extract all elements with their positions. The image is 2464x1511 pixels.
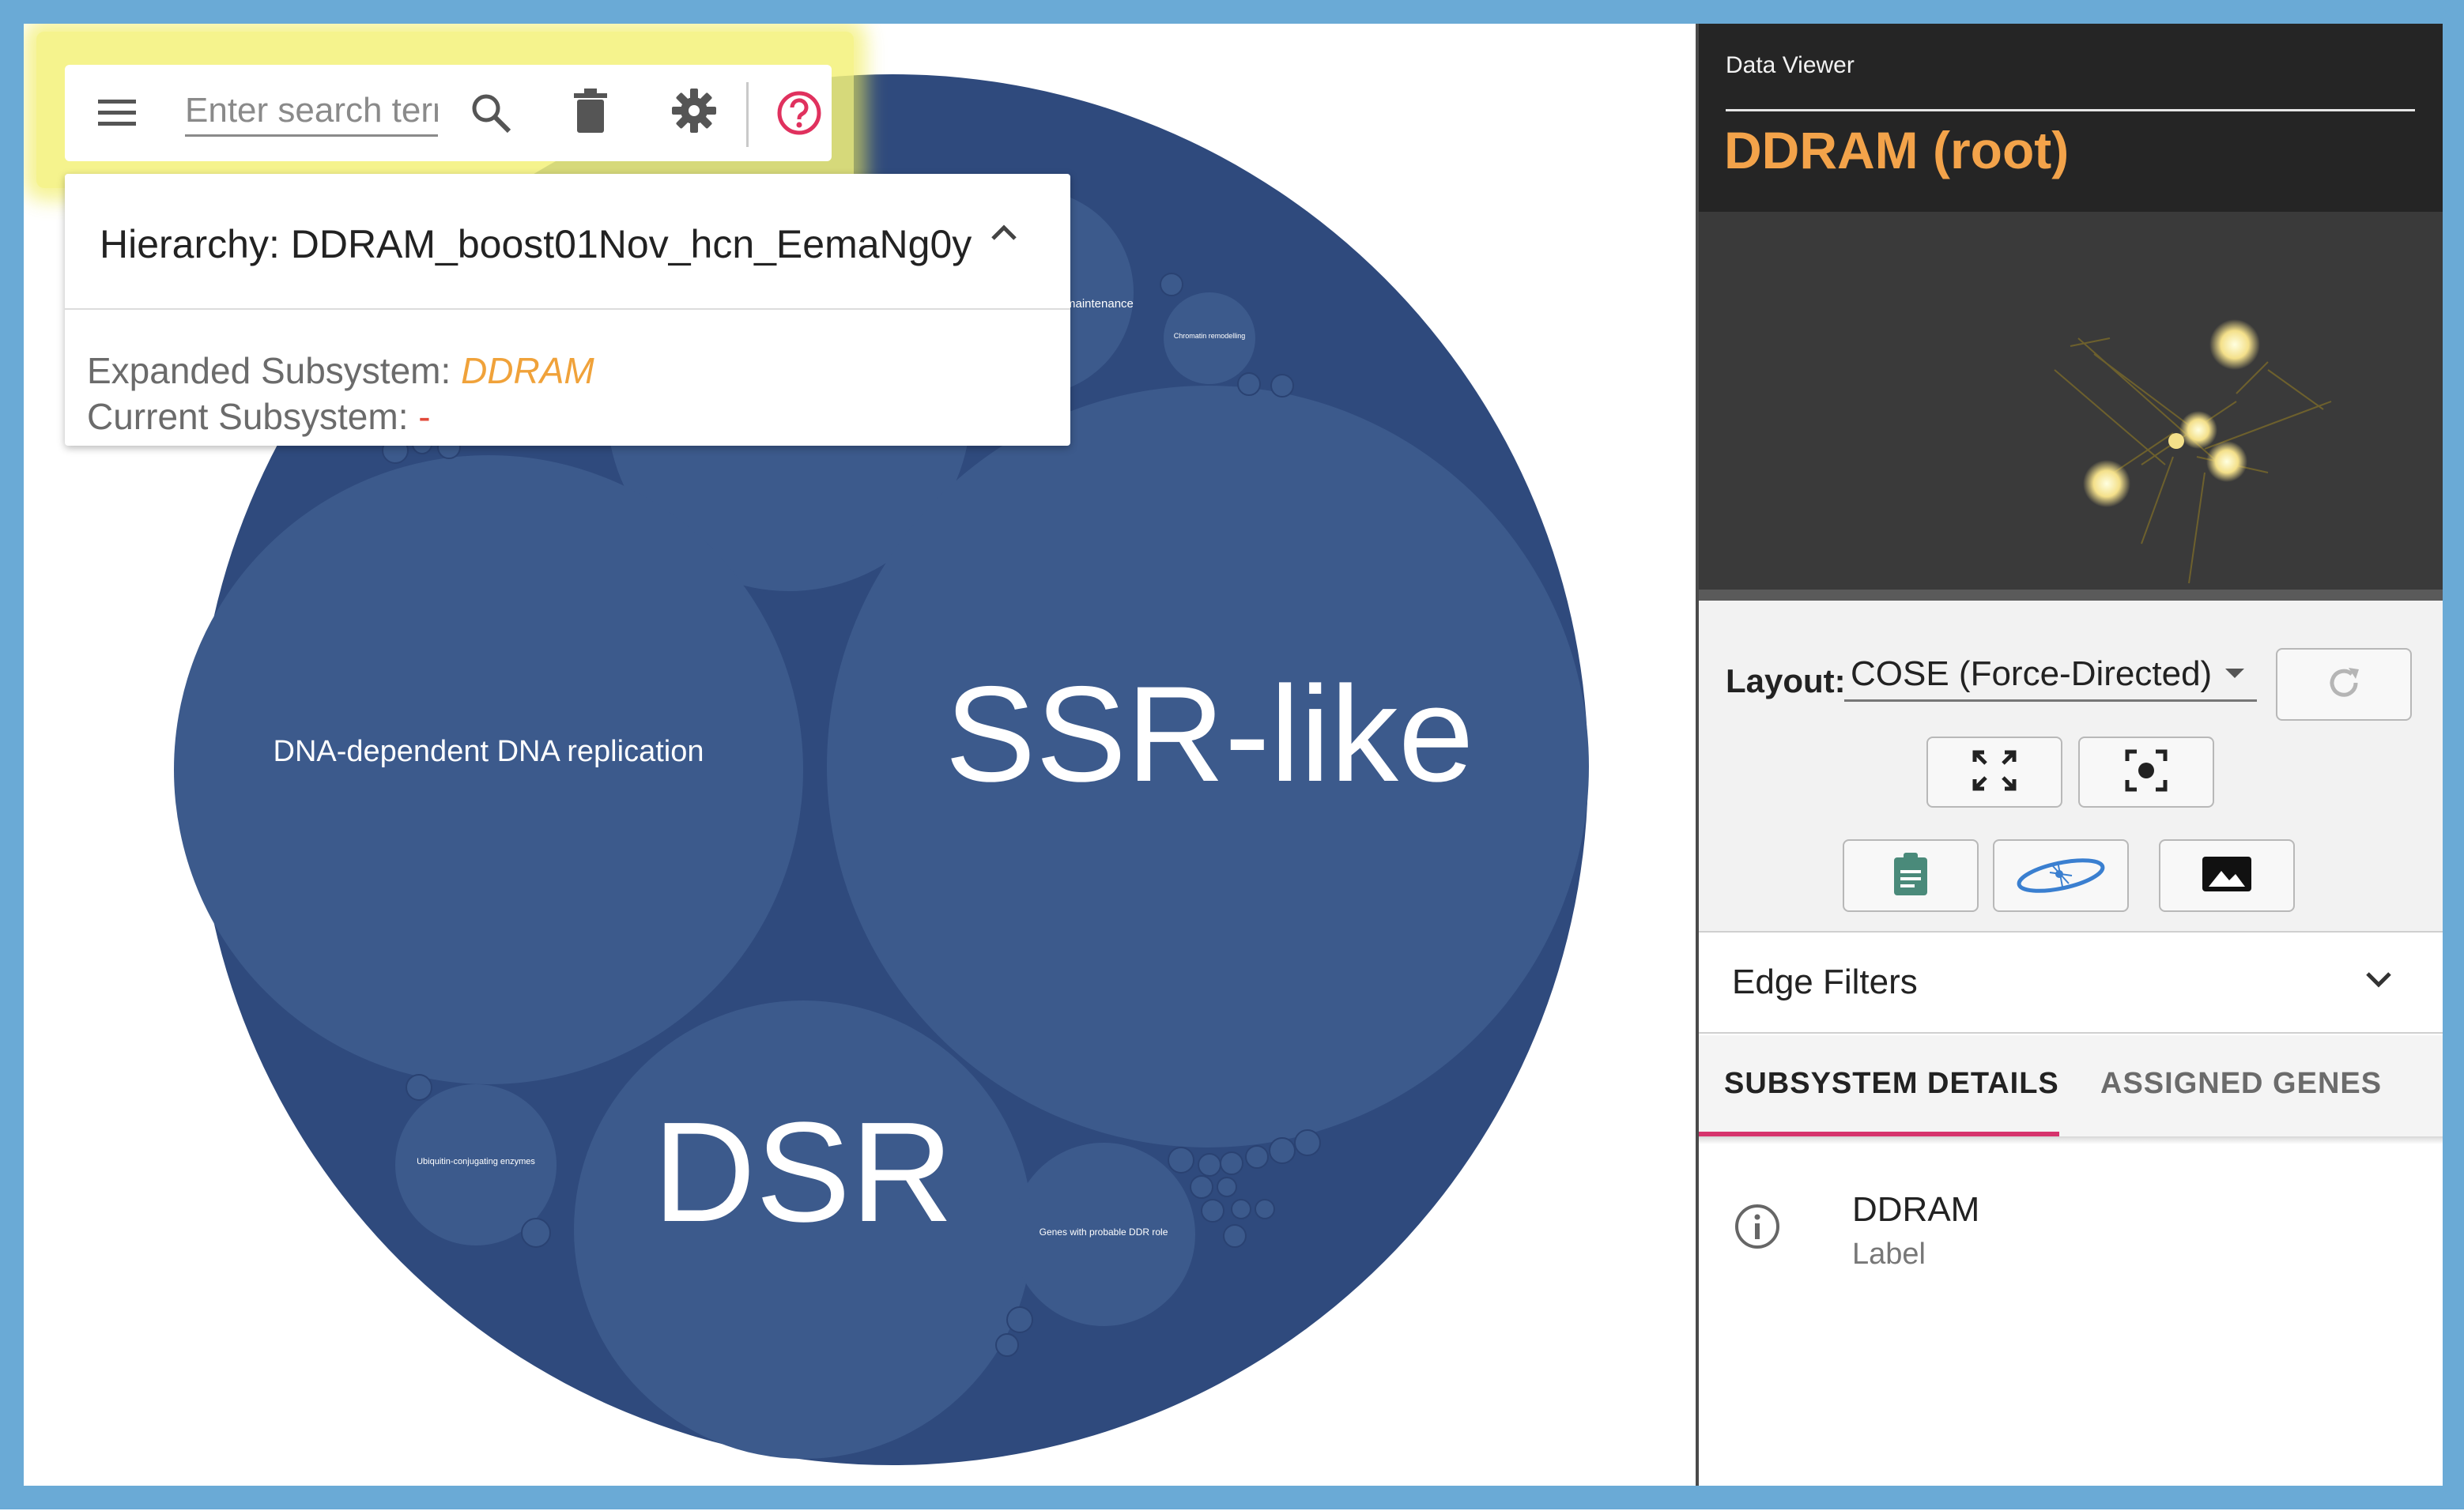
caret-down-icon xyxy=(2225,669,2244,678)
ubiquitin-label: Ubiquitin-conjugating enzymes xyxy=(417,1157,535,1166)
header-divider xyxy=(1726,109,2415,111)
search-toolbar xyxy=(65,65,832,161)
chevron-up-icon[interactable] xyxy=(990,223,1018,246)
network-icon xyxy=(2013,850,2108,902)
search-icon[interactable] xyxy=(470,92,512,134)
clipboard-button[interactable] xyxy=(1843,839,1979,912)
network-node xyxy=(2209,319,2260,370)
current-subsystem-label: Current Subsystem: xyxy=(87,396,409,437)
image-icon xyxy=(2201,855,2253,897)
preview-scrollbar[interactable] xyxy=(1699,590,2443,601)
clipboard-icon xyxy=(1892,851,1929,901)
fit-icon xyxy=(1972,749,2017,796)
edge-filters-accordion[interactable]: Edge Filters xyxy=(1699,931,2443,1034)
refresh-icon xyxy=(2324,663,2364,707)
layout-select[interactable]: COSE (Force-Directed) xyxy=(1844,640,2257,702)
gear-icon[interactable] xyxy=(672,89,716,133)
layout-value: COSE (Force-Directed) xyxy=(1851,654,2213,693)
network-node xyxy=(2083,460,2130,507)
current-subsystem-row: Current Subsystem: - xyxy=(87,395,431,438)
tabs-shadow xyxy=(1699,1136,2443,1144)
network-node xyxy=(2168,433,2184,449)
refresh-layout-button[interactable] xyxy=(2276,648,2412,721)
detail-sub: Label xyxy=(1852,1238,1926,1271)
toolbar-divider xyxy=(746,82,749,147)
edge-filters-label: Edge Filters xyxy=(1732,963,1918,1001)
network-node xyxy=(2206,441,2247,482)
hierarchy-panel: Hierarchy: DDRAM_boost01Nov_hcn_EemaNg0y… xyxy=(65,174,1070,446)
tab-assigned-genes[interactable]: ASSIGNED GENES xyxy=(2100,1067,2382,1101)
viewer-title: DDRAM (root) xyxy=(1724,121,2070,179)
app-frame: DNA-dependent DNA replication SSR-like D… xyxy=(24,24,2443,1486)
center-focus-icon xyxy=(2124,748,2168,797)
maintenance-label: maintenance xyxy=(1066,297,1134,311)
chevron-down-icon xyxy=(2364,970,2393,993)
center-focus-button[interactable] xyxy=(2078,737,2214,808)
expanded-subsystem-row: Expanded Subsystem: DDRAM xyxy=(87,349,594,392)
hierarchy-header[interactable]: Hierarchy: DDRAM_boost01Nov_hcn_EemaNg0y xyxy=(65,174,1070,310)
export-image-button[interactable] xyxy=(2159,839,2295,912)
chromatin-remodelling-label: Chromatin remodelling xyxy=(1173,332,1246,340)
expanded-subsystem-label: Expanded Subsystem: xyxy=(87,350,451,391)
data-viewer-panel: Data Viewer DDRAM (root) Layout: COSE (F… xyxy=(1696,24,2443,1486)
ddr-role-label: Genes with probable DDR role xyxy=(1039,1227,1168,1238)
help-icon[interactable] xyxy=(776,90,822,136)
expanded-subsystem-value[interactable]: DDRAM xyxy=(461,350,594,391)
network-button[interactable] xyxy=(1993,839,2129,912)
trash-icon[interactable] xyxy=(572,89,609,134)
details-tabs: SUBSYSTEM DETAILS ASSIGNED GENES xyxy=(1699,1035,2443,1138)
search-input[interactable] xyxy=(185,87,438,137)
info-icon xyxy=(1734,1203,1781,1254)
dsr-label: DSR xyxy=(652,1093,954,1252)
tab-subsystem-details[interactable]: SUBSYSTEM DETAILS xyxy=(1724,1067,2059,1101)
dna-replication-circle[interactable] xyxy=(174,455,803,1084)
layout-label: Layout: xyxy=(1726,662,1846,699)
network-node xyxy=(2179,411,2217,449)
data-viewer-label: Data Viewer xyxy=(1726,52,1855,78)
current-subsystem-value: - xyxy=(418,396,431,437)
menu-icon[interactable] xyxy=(96,95,138,131)
detail-name: DDRAM xyxy=(1852,1190,1980,1229)
fit-view-button[interactable] xyxy=(1926,737,2062,808)
hierarchy-title: Hierarchy: DDRAM_boost01Nov_hcn_EemaNg0y xyxy=(100,222,972,266)
data-viewer-header: Data Viewer DDRAM (root) xyxy=(1699,24,2443,212)
dna-replication-label: DNA-dependent DNA replication xyxy=(273,735,704,768)
ssr-like-label: SSR-like xyxy=(945,658,1474,810)
network-preview[interactable] xyxy=(1699,212,2443,590)
